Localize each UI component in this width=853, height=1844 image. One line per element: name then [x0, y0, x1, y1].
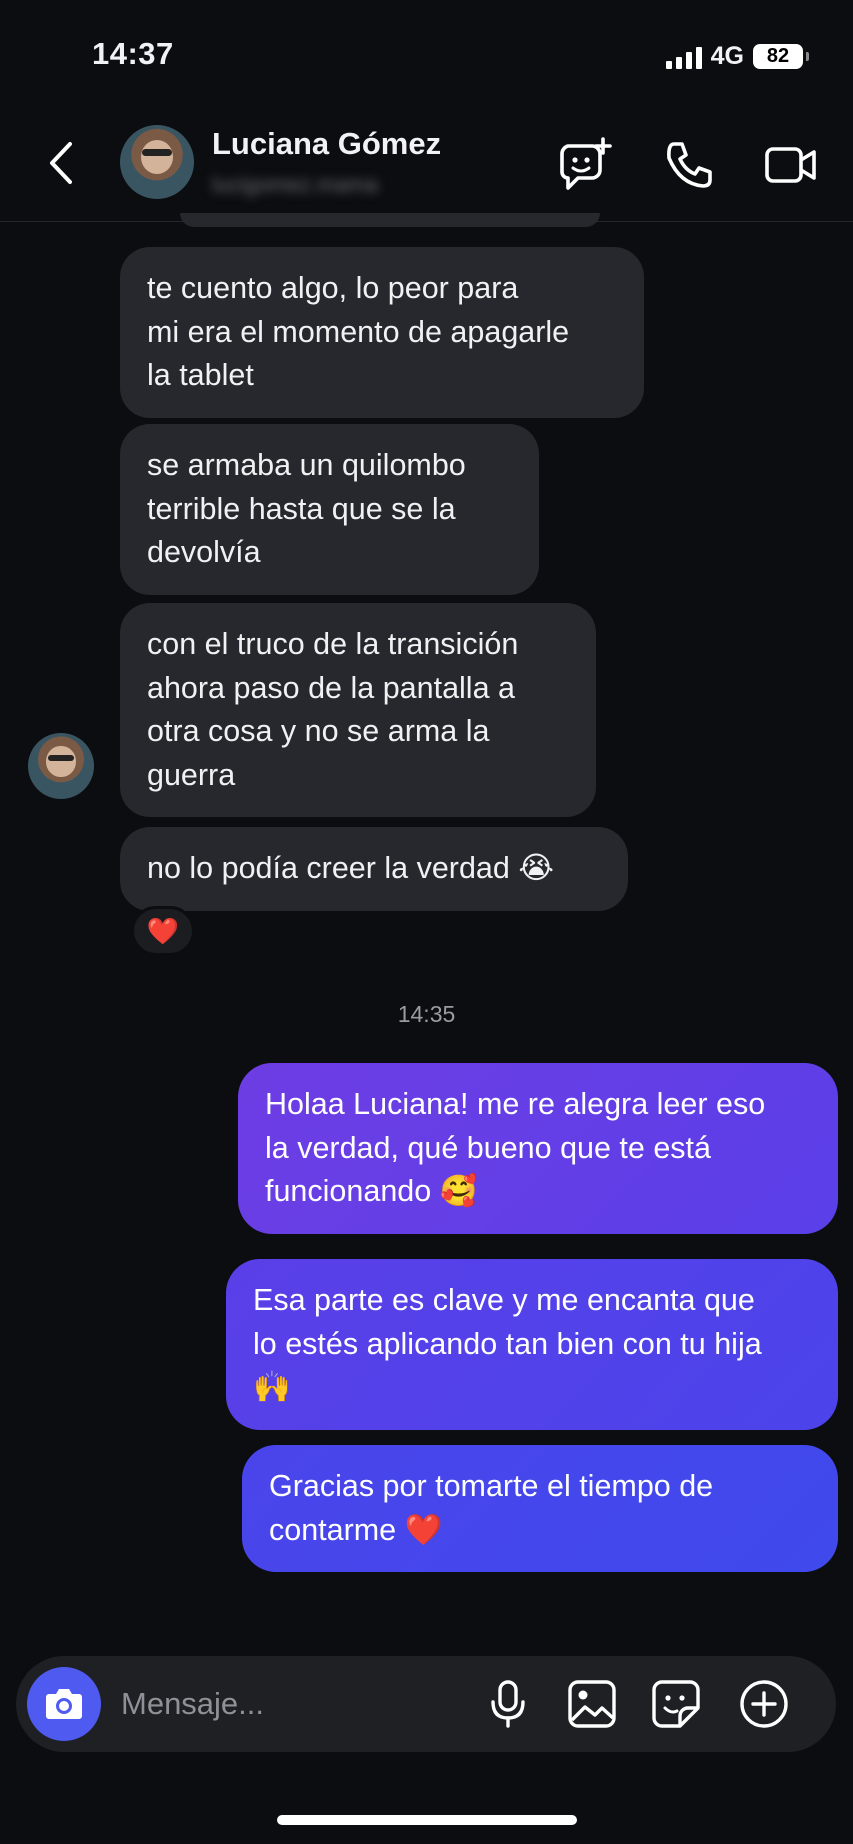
message-text: te cuento algo, lo peor para mi era el m… [147, 271, 570, 392]
message-text: Holaa Luciana! me re alegra leer eso la … [265, 1087, 766, 1208]
status-time: 14:37 [92, 36, 174, 71]
message-text: con el truco de la transición ahora paso… [147, 627, 519, 792]
outgoing-message[interactable]: Esa parte es clave y me encanta que lo e… [226, 1259, 838, 1430]
gallery-button[interactable] [566, 1678, 618, 1730]
message-composer [16, 1656, 836, 1752]
incoming-message[interactable]: te cuento algo, lo peor para mi era el m… [120, 247, 644, 418]
camera-button[interactable] [27, 1667, 101, 1741]
camera-icon [46, 1689, 82, 1719]
message-text: Esa parte es clave y me encanta que lo e… [253, 1283, 762, 1404]
sticker-button[interactable] [650, 1678, 702, 1730]
incoming-message[interactable]: se armaba un quilombo terrible hasta que… [120, 424, 539, 595]
microphone-icon [491, 1680, 525, 1728]
sender-avatar[interactable] [28, 733, 94, 799]
video-call-button[interactable] [762, 136, 820, 194]
contact-name[interactable]: Luciana Gómez [212, 126, 441, 162]
incoming-message[interactable]: con el truco de la transición ahora paso… [120, 603, 596, 817]
voice-message-button[interactable] [482, 1678, 534, 1730]
image-icon [568, 1680, 616, 1728]
sticker-icon [652, 1680, 700, 1728]
outgoing-message[interactable]: Gracias por tomarte el tiempo de contarm… [242, 1445, 838, 1572]
network-label: 4G [710, 42, 744, 70]
chevron-left-icon [50, 142, 72, 184]
more-options-button[interactable] [738, 1678, 790, 1730]
heart-reaction[interactable]: ❤️ [131, 906, 195, 956]
outgoing-message[interactable]: Holaa Luciana! me re alegra leer eso la … [238, 1063, 838, 1234]
chat-plus-icon [560, 137, 612, 190]
new-chat-button[interactable] [556, 136, 614, 194]
contact-avatar[interactable] [120, 125, 194, 199]
status-bar: 14:37 4G 82 [0, 0, 853, 110]
back-button[interactable] [40, 138, 84, 188]
contact-username: lucigomez.mama [212, 172, 379, 197]
status-indicators: 4G 82 [665, 42, 809, 71]
chat-header: Luciana Gómez lucigomez.mama [0, 110, 853, 222]
incoming-message[interactable]: no lo podía creer la verdad 😭 [120, 827, 628, 911]
video-camera-icon [765, 147, 816, 183]
message-text: Gracias por tomarte el tiempo de contarm… [269, 1469, 714, 1547]
home-indicator[interactable] [277, 1815, 577, 1825]
signal-icon [665, 45, 702, 69]
timestamp-divider: 14:35 [397, 1001, 456, 1027]
phone-icon [667, 142, 712, 188]
message-text: no lo podía creer la verdad 😭 [147, 851, 554, 885]
message-input[interactable] [121, 1684, 461, 1724]
plus-circle-icon [740, 1680, 788, 1728]
previous-message-edge [180, 213, 600, 227]
message-text: se armaba un quilombo terrible hasta que… [147, 448, 466, 569]
battery-icon: 82 [753, 44, 809, 69]
voice-call-button[interactable] [660, 136, 718, 194]
